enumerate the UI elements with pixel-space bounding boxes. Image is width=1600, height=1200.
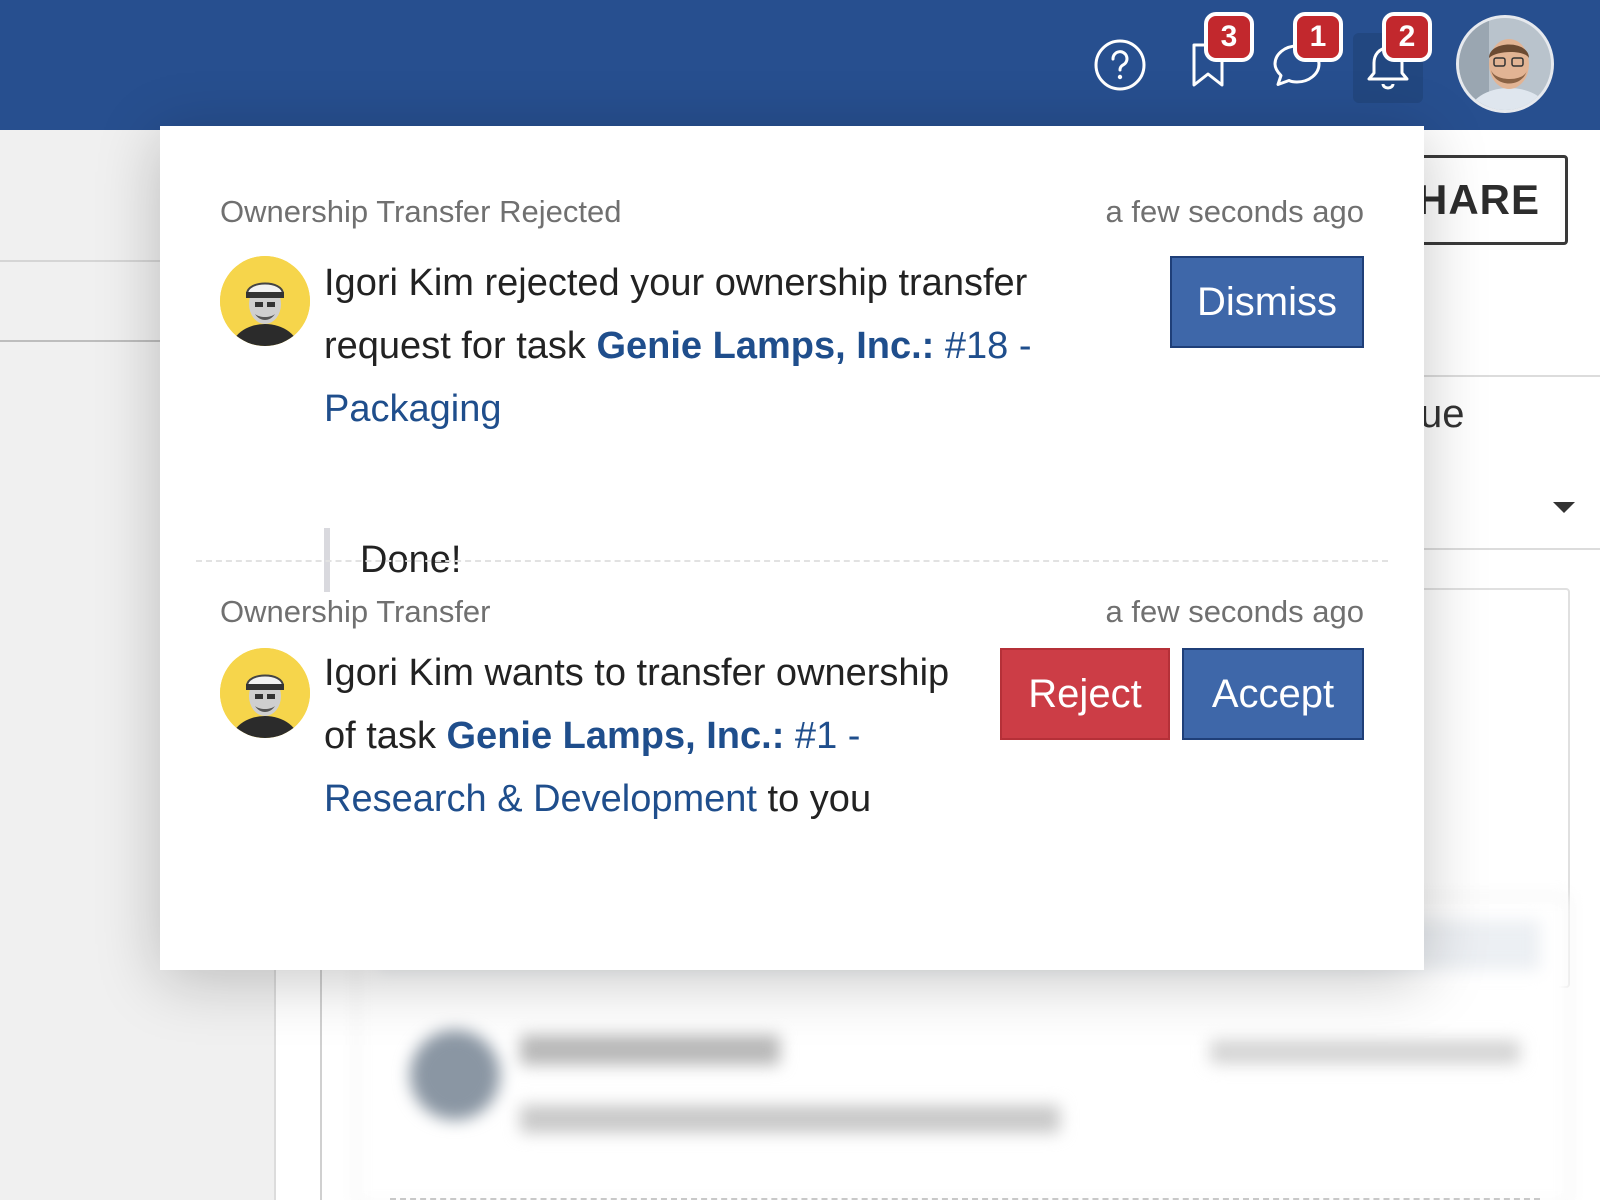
notification-item: Ownership Transfer a few seconds ago Igo…: [220, 594, 1364, 934]
sender-avatar: [220, 648, 310, 738]
notification-item: Ownership Transfer Rejected a few second…: [220, 194, 1364, 592]
sender-avatar: [220, 256, 310, 346]
notification-message: Igori Kim wants to transfer ownership of…: [324, 642, 964, 831]
notification-type: Ownership Transfer Rejected: [220, 194, 622, 229]
notification-timestamp: a few seconds ago: [1105, 594, 1364, 629]
notifications-badge: 2: [1382, 12, 1432, 62]
top-navigation-bar: 3 1 2: [0, 0, 1600, 130]
reject-button[interactable]: Reject: [1000, 648, 1170, 740]
notification-message: Igori Kim rejected your ownership transf…: [324, 252, 1104, 441]
avatar: [410, 1030, 500, 1120]
help-icon[interactable]: [1085, 30, 1155, 100]
dismiss-button[interactable]: Dismiss: [1170, 256, 1364, 348]
project-link[interactable]: Genie Lamps, Inc.:: [596, 325, 934, 367]
notifications-popover: Ownership Transfer Rejected a few second…: [160, 126, 1424, 970]
comment-text: [520, 1105, 1060, 1133]
bookmarks-badge: 3: [1204, 12, 1254, 62]
message-text-end: to you: [757, 778, 872, 820]
divider: [196, 560, 1388, 562]
notification-timestamp: a few seconds ago: [1105, 194, 1364, 229]
messages-badge: 1: [1293, 12, 1343, 62]
comment-author: [520, 1035, 780, 1065]
project-link[interactable]: Genie Lamps, Inc.:: [447, 715, 785, 757]
comment-date: [1210, 1040, 1520, 1064]
user-avatar[interactable]: [1456, 15, 1554, 113]
accept-button[interactable]: Accept: [1182, 648, 1364, 740]
notification-type: Ownership Transfer: [220, 594, 491, 629]
